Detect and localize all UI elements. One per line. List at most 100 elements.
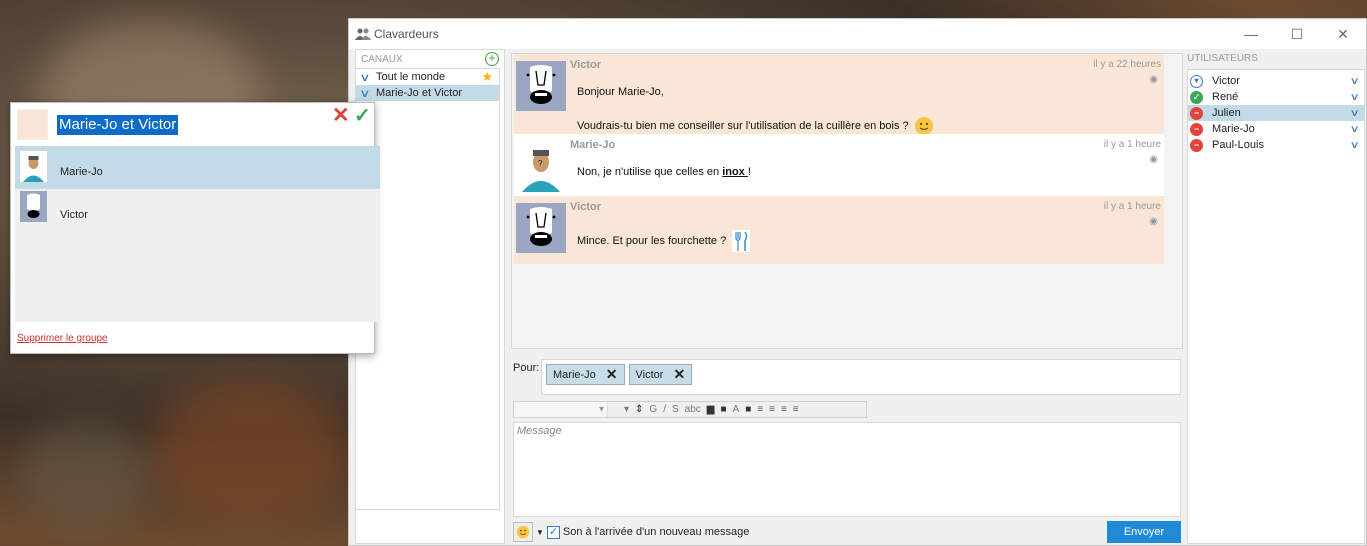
recipient-chip[interactable]: Marie-Jo ✕ [546, 364, 625, 385]
bg-color-icon[interactable]: ■ [745, 404, 751, 415]
user-item-rene[interactable]: ✓ René ∨ [1188, 89, 1364, 105]
chevron-down-icon[interactable]: ∨ [1349, 124, 1359, 135]
bold-button[interactable]: G [649, 404, 657, 415]
message-time: il y a 1 heure [1103, 139, 1161, 150]
message-author: Victor [570, 201, 601, 213]
justify-icon[interactable]: ≡ [793, 404, 799, 415]
star-icon: ★ [481, 69, 493, 84]
message-list: Victor il y a 22 heures ◉ Bonjour Marie-… [511, 53, 1183, 349]
smiley-icon [914, 117, 933, 135]
message-author: Marie-Jo [570, 139, 616, 151]
recipient-chip[interactable]: Victor ✕ [628, 364, 693, 385]
svg-text:?: ? [538, 159, 543, 168]
maximize-button[interactable]: ☐ [1274, 19, 1320, 49]
emoji-dropdown-icon[interactable]: ▼ [536, 528, 544, 537]
channel-item-tout-le-monde[interactable]: ∨ Tout le monde ★ [356, 69, 499, 85]
victor-avatar [516, 203, 566, 253]
status-available-icon: ▾ [1190, 74, 1203, 88]
chevron-down-icon[interactable]: ∨ [359, 87, 379, 100]
marie-jo-avatar: ? [516, 142, 566, 192]
sound-label: Son à l'arrivée d'un nouveau message [562, 526, 750, 538]
status-busy-icon: − [1190, 138, 1203, 152]
message-text: Bonjour Marie-Jo, [577, 86, 664, 98]
member-list: Marie-Jo Victor [15, 146, 380, 322]
victor-avatar [516, 61, 566, 111]
window-title: Clavardeurs [374, 27, 439, 41]
seen-eye-icon: ◉ [1149, 216, 1158, 227]
victor-avatar [20, 191, 47, 222]
group-editor-popup: Marie-Jo et Victor ✕ ✓ Marie-Jo Victor S… [10, 102, 380, 354]
recipients-field[interactable]: Marie-Jo ✕ Victor ✕ [541, 359, 1181, 395]
users-app-icon [355, 28, 371, 40]
font-color-button[interactable]: A [733, 404, 740, 415]
emoji-picker-button[interactable] [513, 522, 533, 542]
composer-footer: ▼ ✓ Son à l'arrivée d'un nouveau message… [513, 521, 1181, 543]
font-family-select[interactable]: ▾ [514, 402, 608, 417]
cancel-icon[interactable]: ✕ [332, 103, 350, 128]
add-channel-icon[interactable]: + [485, 52, 499, 66]
user-item-julien[interactable]: − Julien ∨ [1188, 105, 1364, 121]
message-text: Mince. Et pour les fourchette ? [577, 230, 751, 252]
highlight-icon[interactable]: ▆ [707, 404, 715, 415]
recipients-label: Pour: [513, 362, 540, 374]
align-left-icon[interactable]: ≡ [757, 404, 763, 415]
member-item-victor[interactable]: Victor [15, 189, 380, 232]
align-center-icon[interactable]: ≡ [769, 404, 775, 415]
message-item: ? Marie-Jo il y a 1 heure ◉ Non, je n'ut… [514, 134, 1164, 196]
message-text: Non, je n'utilise que celles en inox ! [577, 166, 751, 178]
strikethrough-button[interactable]: S [672, 404, 679, 415]
message-placeholder: Message [517, 425, 562, 437]
group-color-swatch[interactable] [17, 109, 48, 140]
italic-button[interactable]: / [663, 404, 666, 415]
channel-item-marie-jo-et-victor[interactable]: ∨ Marie-Jo et Victor [356, 85, 499, 101]
chevron-down-icon[interactable]: ∨ [1349, 76, 1359, 87]
user-list: ▾ Victor ∨ ✓ René ∨ − Julien ∨ − Marie-J… [1187, 69, 1365, 544]
group-name-input[interactable]: Marie-Jo et Victor [57, 115, 179, 135]
size-stepper-icon[interactable]: ⇕ [635, 404, 643, 415]
user-item-paul-louis[interactable]: − Paul-Louis ∨ [1188, 137, 1364, 153]
marie-jo-avatar [20, 151, 47, 182]
underline-button[interactable]: abc [685, 404, 701, 415]
users-panel: UTILISATEURS ▾ Victor ∨ ✓ René ∨ − Julie… [1185, 49, 1365, 544]
chevron-down-icon[interactable]: ∨ [1349, 108, 1359, 119]
format-toolbar: ▾ ▾ ⇕ G / S abc ▆ ■ A ■ ≡ ≡ ≡ ≡ [513, 401, 867, 418]
seen-eye-icon: ◉ [1149, 154, 1158, 165]
channels-header: CANAUX [361, 53, 403, 65]
chevron-down-icon[interactable]: ∨ [1349, 92, 1359, 103]
message-item: Victor il y a 22 heures ◉ Bonjour Marie-… [514, 54, 1164, 136]
send-button[interactable]: Envoyer [1107, 521, 1181, 543]
close-button[interactable]: ✕ [1320, 19, 1366, 49]
member-item-marie-jo[interactable]: Marie-Jo [15, 146, 380, 189]
chevron-down-icon[interactable]: ∨ [1349, 140, 1359, 151]
remove-recipient-icon[interactable]: ✕ [606, 366, 618, 383]
status-busy-icon: − [1190, 106, 1203, 120]
chevron-down-icon[interactable]: ∨ [359, 71, 379, 84]
seen-eye-icon: ◉ [1149, 74, 1158, 85]
message-author: Victor [570, 59, 601, 71]
app-window: Clavardeurs — ☐ ✕ CANAUX + ∨ Tout le mon… [348, 18, 1367, 546]
minimize-button[interactable]: — [1228, 19, 1274, 49]
font-size-select[interactable]: ▾ [624, 404, 629, 415]
conversation-area: Victor il y a 22 heures ◉ Bonjour Marie-… [511, 49, 1183, 544]
users-header: UTILISATEURS [1187, 52, 1258, 64]
message-time: il y a 22 heures [1093, 59, 1161, 70]
delete-group-link[interactable]: Supprimer le groupe [17, 333, 108, 344]
status-online-icon: ✓ [1190, 90, 1203, 104]
recipients-row: Pour: Marie-Jo ✕ Victor ✕ [511, 359, 1183, 397]
remove-recipient-icon[interactable]: ✕ [673, 366, 685, 383]
user-item-marie-jo[interactable]: − Marie-Jo ∨ [1188, 121, 1364, 137]
cutlery-icon [732, 230, 751, 252]
status-busy-icon: − [1190, 122, 1203, 136]
message-input[interactable]: Message [513, 422, 1181, 517]
text-color-icon[interactable]: ■ [720, 404, 726, 415]
message-item: Victor il y a 1 heure ◉ Mince. Et pour l… [514, 196, 1164, 264]
message-time: il y a 1 heure [1103, 201, 1161, 212]
smiley-icon [516, 525, 530, 539]
user-item-victor[interactable]: ▾ Victor ∨ [1188, 73, 1364, 89]
channel-label: Marie-Jo et Victor [376, 87, 462, 99]
sound-checkbox[interactable]: ✓ [546, 525, 560, 539]
align-right-icon[interactable]: ≡ [781, 404, 787, 415]
confirm-icon[interactable]: ✓ [354, 103, 371, 128]
title-bar: Clavardeurs — ☐ ✕ [349, 19, 1366, 49]
message-text: Voudrais-tu bien me conseiller sur l'uti… [577, 116, 934, 136]
